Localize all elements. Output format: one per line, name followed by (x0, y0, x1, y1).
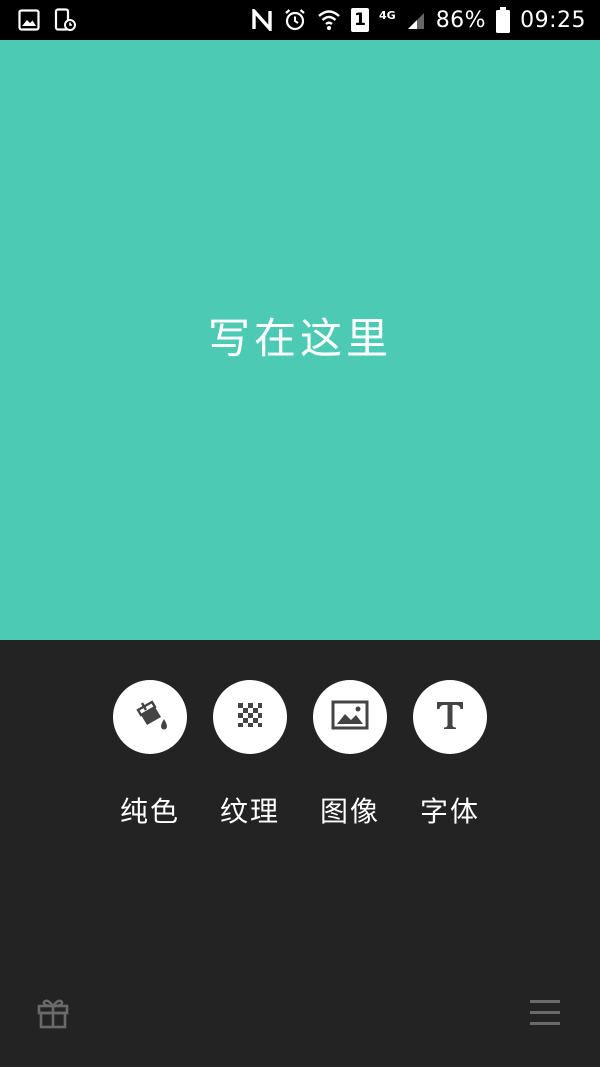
phone-clock-icon (54, 8, 76, 32)
sim-icon: 1 (351, 8, 369, 32)
tool-font[interactable]: 字体 (413, 680, 487, 830)
texture-button[interactable] (213, 680, 287, 754)
image-icon (18, 9, 40, 31)
tool-panel: 纯色 纹理 图像 字体 (0, 640, 600, 1067)
battery-percent: 86% (435, 7, 487, 33)
font-button[interactable] (413, 680, 487, 754)
wifi-icon (317, 9, 341, 31)
image-icon (331, 700, 369, 734)
texture-icon (236, 701, 264, 733)
image-label: 图像 (319, 795, 380, 828)
canvas-text[interactable]: 写在这里 (208, 305, 392, 366)
solid-color-label: 纯色 (119, 795, 180, 828)
tool-texture[interactable]: 纹理 (213, 680, 287, 830)
signal-icon (406, 10, 426, 30)
paint-bucket-icon (128, 693, 172, 741)
font-label: 字体 (419, 795, 480, 828)
image-button[interactable] (313, 680, 387, 754)
card-canvas[interactable]: 写在这里 (0, 40, 600, 640)
network-type-label: 4G (379, 8, 396, 22)
status-bar-right: 1 4G 86% 09:25 (251, 7, 586, 33)
battery-icon (496, 7, 511, 33)
texture-label: 纹理 (219, 795, 280, 828)
alarm-icon (283, 8, 307, 32)
font-icon (433, 698, 467, 736)
clock: 09:25 (520, 7, 586, 33)
status-bar-left (18, 8, 76, 32)
solid-color-button[interactable] (113, 680, 187, 754)
nfc-icon (251, 9, 273, 31)
tool-image[interactable]: 图像 (313, 680, 387, 830)
menu-icon[interactable] (528, 998, 562, 1028)
status-bar: 1 4G 86% 09:25 (0, 0, 600, 40)
gift-icon[interactable] (36, 996, 70, 1030)
tool-solid-color[interactable]: 纯色 (113, 680, 187, 830)
